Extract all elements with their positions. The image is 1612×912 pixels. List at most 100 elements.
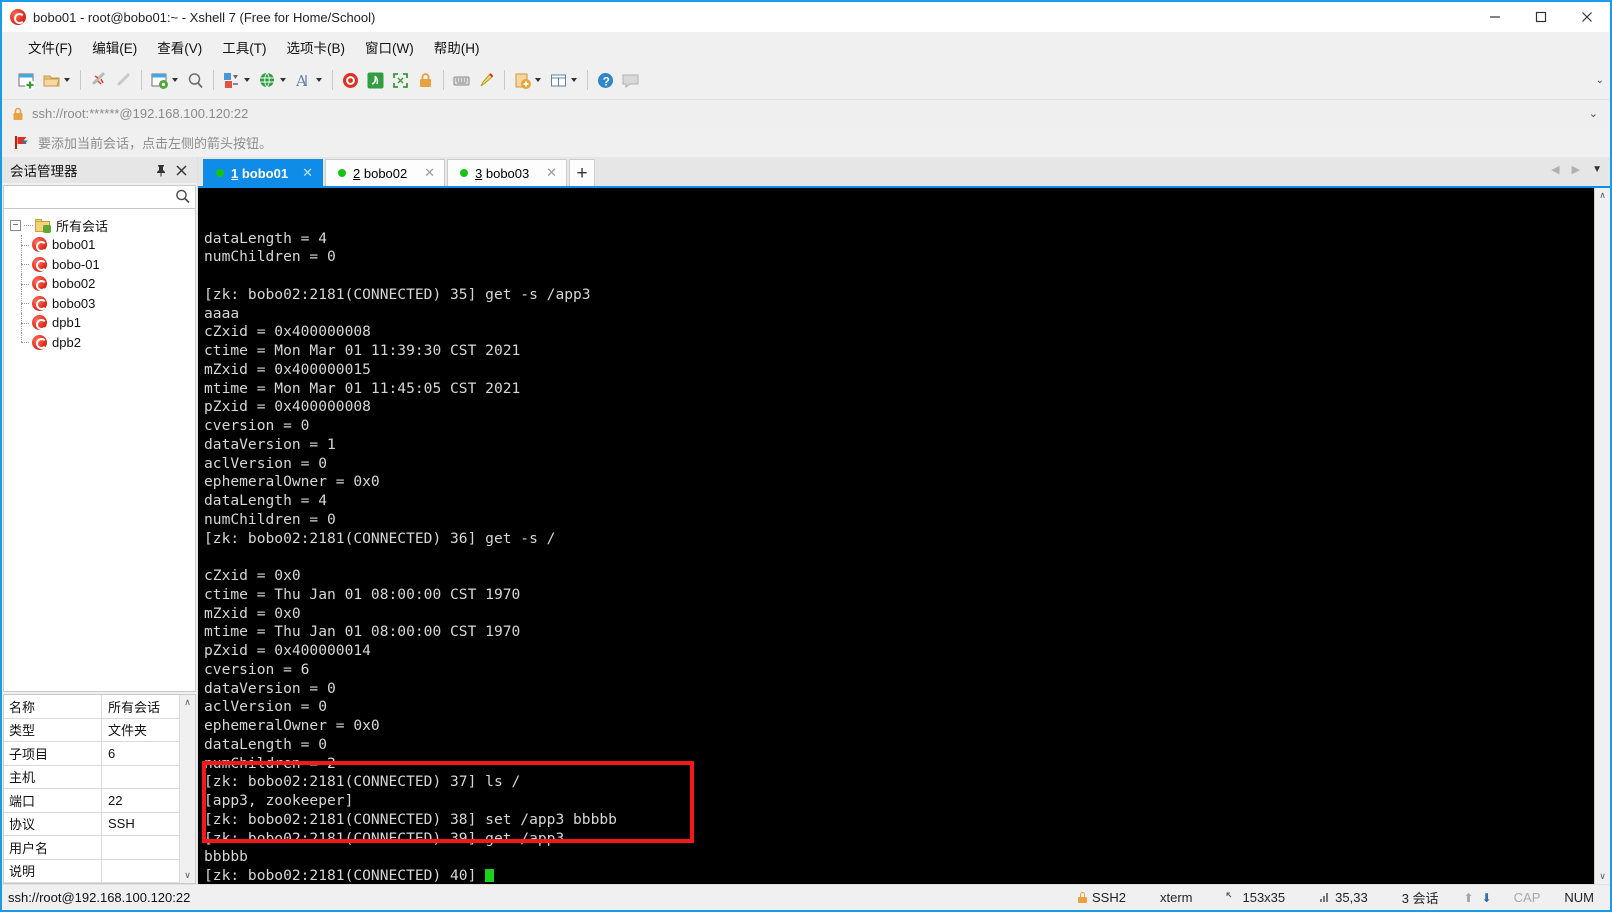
open-folder-icon[interactable] — [39, 65, 75, 95]
font-icon[interactable]: A — [291, 65, 327, 95]
transfer-icon[interactable] — [219, 65, 255, 95]
tab-bobo01[interactable]: 1 bobo01 ✕ — [203, 159, 323, 186]
session-item-bobo-01[interactable]: bobo-01 — [18, 254, 195, 275]
globe-caret-icon[interactable] — [280, 78, 286, 82]
tab-bobo03[interactable]: 3 bobo03 ✕ — [447, 159, 567, 186]
scroll-down-icon[interactable]: ∨ — [184, 870, 191, 881]
menu-window[interactable]: 窗口(W) — [355, 33, 424, 61]
disconnect-icon[interactable] — [86, 65, 111, 95]
session-item-dpb2[interactable]: dpb2 — [18, 332, 195, 353]
terminal-line: cversion = 6 — [204, 660, 310, 678]
address-lock-icon — [13, 107, 23, 120]
pin-icon[interactable] — [155, 164, 167, 177]
maximize-button[interactable] — [1518, 2, 1564, 32]
keyboard-icon[interactable] — [449, 65, 474, 95]
terminal-line: ephemeralOwner = 0x0 — [204, 717, 380, 734]
add-folder-icon[interactable] — [510, 65, 546, 95]
minimize-button[interactable] — [1472, 2, 1518, 32]
session-item-bobo02[interactable]: bobo02 — [18, 274, 195, 294]
scroll-down-icon[interactable]: ∨ — [1599, 871, 1606, 882]
terminal-line: aclVersion = 0 — [204, 698, 328, 716]
terminal-container: dataLength = 4 numChildren = 0 [zk: bobo02… — [198, 186, 1610, 884]
tree-guide-line — [18, 313, 32, 333]
globe-icon[interactable] — [255, 65, 291, 95]
tab-label: 3 bobo03 — [475, 166, 529, 181]
tree-guide-line — [18, 293, 32, 314]
hint-text: 要添加当前会话，点击左侧的箭头按钮。 — [38, 135, 273, 151]
fullscreen-icon[interactable] — [388, 65, 413, 95]
terminal-line: [zk: bobo02:2181(CONNECTED) 37] ls / — [204, 773, 521, 791]
transfer-caret-icon[interactable] — [244, 78, 250, 82]
menu-file[interactable]: 文件(F) — [18, 33, 82, 61]
session-label: dpb2 — [52, 334, 81, 350]
svg-text:?: ? — [603, 74, 610, 88]
terminal-scrollbar[interactable]: ∧ ∨ — [1594, 188, 1610, 884]
xshell-icon[interactable] — [338, 65, 363, 95]
lock-icon[interactable] — [413, 65, 438, 95]
tab-nav-prev-icon[interactable]: ◀ — [1551, 163, 1559, 176]
scroll-up-icon[interactable]: ∧ — [1599, 190, 1606, 201]
red-flag-icon — [15, 135, 28, 149]
close-icon[interactable] — [176, 165, 187, 176]
address-input[interactable]: ssh://root:******@192.168.100.120:22 — [12, 102, 1589, 125]
find-icon[interactable] — [183, 65, 208, 95]
menu-view[interactable]: 查看(V) — [147, 33, 212, 61]
open-folder-caret-icon[interactable] — [64, 78, 70, 82]
terminal-line: dataVersion = 0 — [204, 679, 336, 697]
xftp-icon[interactable] — [363, 65, 388, 95]
tab-index: 3 — [475, 165, 483, 181]
property-row: 名称 所有会话 — [4, 695, 179, 719]
xshell-logo-icon — [10, 9, 26, 25]
toolbar-separator — [141, 70, 142, 90]
tab-status-dot-icon — [460, 169, 468, 177]
tab-list-caret-icon[interactable]: ▼ — [1592, 164, 1602, 175]
terminal-line: mZxid = 0x0 — [204, 604, 301, 622]
new-tab-button[interactable]: + — [569, 159, 595, 186]
session-search-box[interactable] — [3, 185, 196, 209]
add-folder-caret-icon[interactable] — [535, 78, 541, 82]
session-item-dpb1[interactable]: dpb1 — [18, 313, 195, 333]
toolbar-overflow-caret-icon[interactable]: ⌄ — [1596, 61, 1604, 99]
tab-close-icon[interactable]: ✕ — [418, 165, 435, 181]
tab-close-icon[interactable]: ✕ — [296, 165, 313, 181]
address-dropdown-caret-icon[interactable]: ⌄ — [1589, 107, 1600, 120]
session-properties-caret-icon[interactable] — [172, 78, 178, 82]
search-icon[interactable] — [174, 188, 192, 206]
highlight-icon[interactable] — [474, 65, 499, 95]
menu-tools[interactable]: 工具(T) — [212, 33, 276, 61]
layout-caret-icon[interactable] — [571, 78, 577, 82]
reconnect-icon[interactable] — [111, 65, 136, 95]
terminal-line: numChildren = 2 — [204, 754, 336, 772]
property-key: 类型 — [4, 718, 102, 741]
terminal-line: ephemeralOwner = 0x0 — [204, 473, 380, 491]
font-caret-icon[interactable] — [316, 78, 322, 82]
tab-nav-controls: ◀ ▶ ▼ — [1551, 157, 1610, 186]
tab-label: 2 bobo02 — [353, 166, 407, 181]
comment-icon[interactable] — [618, 65, 643, 95]
layout-icon[interactable] — [546, 65, 582, 95]
terminal-line: cZxid = 0x0 — [204, 567, 301, 584]
tab-close-icon[interactable]: ✕ — [540, 165, 557, 181]
properties-scrollbar[interactable]: ∧ ∨ — [179, 695, 195, 883]
session-item-bobo01[interactable]: bobo01 — [18, 235, 195, 255]
close-button[interactable] — [1564, 2, 1610, 32]
session-search-input[interactable] — [4, 187, 174, 207]
new-session-icon[interactable] — [14, 65, 39, 95]
terminal-line: bbbbb — [204, 848, 248, 866]
session-properties-icon[interactable] — [147, 65, 183, 95]
menu-tabs[interactable]: 选项卡(B) — [277, 33, 356, 61]
scroll-up-icon[interactable]: ∧ — [184, 697, 191, 708]
menu-bar: 文件(F) 编辑(E) 查看(V) 工具(T) 选项卡(B) 窗口(W) 帮助(… — [2, 32, 1610, 61]
tree-root-all-sessions[interactable]: − 所有会话 — [4, 215, 195, 235]
terminal-output[interactable]: dataLength = 4 numChildren = 0 [zk: bobo02… — [198, 188, 1594, 884]
tab-nav-next-icon[interactable]: ▶ — [1572, 163, 1580, 176]
menu-edit[interactable]: 编辑(E) — [82, 33, 147, 61]
help-icon[interactable]: ? — [593, 65, 618, 95]
tree-expander-icon[interactable]: − — [10, 219, 21, 231]
terminal-line: dataLength = 4 — [204, 492, 328, 509]
session-item-bobo03[interactable]: bobo03 — [18, 293, 195, 314]
menu-help[interactable]: 帮助(H) — [424, 33, 490, 61]
property-row: 子项目 6 — [4, 742, 179, 766]
tab-bobo02[interactable]: 2 bobo02 ✕ — [325, 159, 445, 186]
terminal-line: numChildren = 0 — [204, 248, 336, 266]
